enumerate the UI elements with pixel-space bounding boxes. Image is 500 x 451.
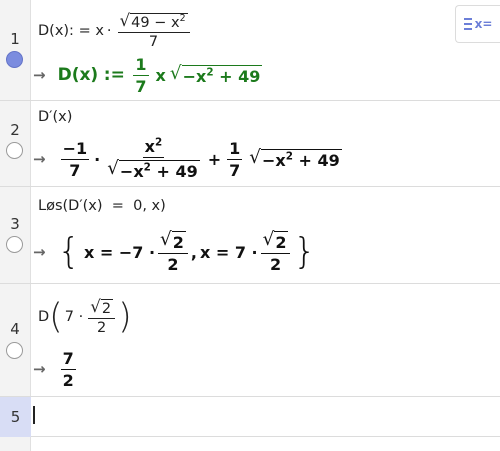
cas-row-1[interactable]: 1 D(x): = x · √ 49 − x2 7 → D(x) := 17 x … (0, 0, 500, 101)
keyboard-toggle-button[interactable]: x= (455, 5, 500, 43)
row-number: 3 (10, 215, 20, 233)
row-input[interactable]: D(x): = x · √ 49 − x2 7 (38, 12, 193, 50)
output-arrow-icon: → (33, 150, 46, 168)
row-output: → { x = −7 · √ 2 2 , x = 7 · √ 2 2 } (33, 229, 316, 274)
row-input[interactable]: Løs(D′(x) = 0, x) (38, 195, 166, 217)
row-number: 4 (10, 320, 20, 338)
row-output: → −1 7 · x2 √ −x2 + 49 + 17 √ −x2 + 49 (33, 136, 342, 181)
cas-row-3[interactable]: 3 Løs(D′(x) = 0, x) → { x = −7 · √ 2 2 , x… (0, 187, 500, 284)
visibility-toggle-icon[interactable] (6, 142, 23, 159)
visibility-toggle-icon[interactable] (6, 342, 23, 359)
visibility-toggle-icon[interactable] (6, 236, 23, 253)
row-input[interactable]: D ( 7 · √ 2 2 ) (38, 290, 132, 344)
row-output: → 72 (33, 348, 76, 390)
visibility-toggle-icon[interactable] (6, 51, 23, 68)
row-number: 2 (10, 121, 20, 139)
cas-row-2[interactable]: 2 D′(x) → −1 7 · x2 √ −x2 + 49 + 17 √ −x2 +… (0, 101, 500, 187)
row-input[interactable]: D′(x) (38, 106, 72, 128)
output-arrow-icon: → (33, 243, 46, 261)
row-number: 1 (10, 30, 20, 48)
menu-lines-icon (463, 18, 472, 30)
cas-row-5[interactable]: 5 (0, 397, 500, 437)
row-output: → D(x) := 17 x √ −x2 + 49 (33, 54, 263, 96)
cas-row-4[interactable]: 4 D ( 7 · √ 2 2 ) → 72 (0, 284, 500, 397)
output-arrow-icon: → (33, 360, 46, 378)
output-arrow-icon: → (33, 66, 46, 84)
text-cursor (33, 406, 35, 424)
fraction: √ 49 − x2 7 (117, 12, 190, 50)
row-number: 5 (0, 397, 31, 437)
